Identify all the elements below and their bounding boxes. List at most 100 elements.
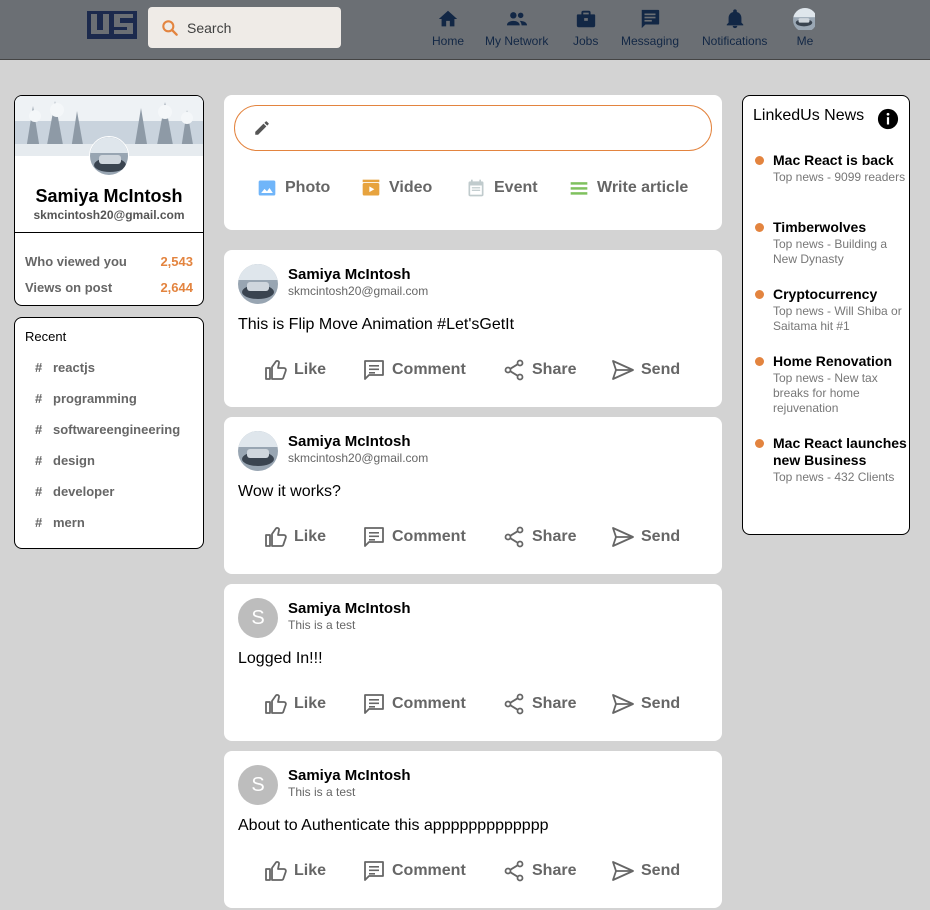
send-icon — [612, 360, 634, 380]
hash-icon: # — [35, 422, 43, 437]
chat-icon — [641, 9, 660, 29]
comment-button[interactable]: Comment — [362, 859, 466, 883]
event-label: Event — [494, 179, 538, 196]
share-label: Share — [532, 528, 577, 545]
like-button[interactable]: Like — [264, 358, 326, 382]
bullet-icon — [755, 357, 764, 366]
post-avatar[interactable] — [238, 431, 278, 471]
news-item[interactable]: Cryptocurrency Top news - Will Shiba or … — [753, 286, 908, 334]
share-button[interactable]: Share — [502, 692, 576, 716]
news-item[interactable]: Mac React is back Top news - 9099 reader… — [753, 152, 908, 185]
comment-button[interactable]: Comment — [362, 358, 466, 382]
article-icon — [570, 182, 588, 195]
send-button[interactable]: Send — [611, 692, 680, 716]
hash-icon: # — [35, 360, 43, 375]
news-item[interactable]: Timberwolves Top news - Building a New D… — [753, 219, 908, 267]
comment-button[interactable]: Comment — [362, 525, 466, 549]
comment-label: Comment — [392, 862, 466, 879]
recent-card: Recent # reactjs # programming # softwareen… — [14, 317, 204, 549]
event-button[interactable]: Event — [466, 178, 538, 198]
news-subtitle: Top news - New tax breaks for home rejuv… — [773, 371, 878, 415]
share-icon — [504, 359, 524, 381]
recent-title: Recent — [25, 329, 67, 344]
recent-tag[interactable]: # developer — [35, 484, 114, 499]
nav-label: My Network — [485, 34, 549, 48]
stat-label: Who viewed you — [25, 254, 127, 269]
info-icon[interactable] — [877, 108, 899, 130]
share-label: Share — [532, 361, 577, 378]
stat-value: 2,543 — [160, 254, 193, 269]
send-label: Send — [641, 528, 681, 545]
share-button[interactable]: Share — [502, 525, 576, 549]
news-subtitle: Top news - Will Shiba or Saitama hit #1 — [773, 304, 902, 333]
tag-label: softwareengineering — [53, 422, 181, 437]
like-button[interactable]: Like — [264, 525, 326, 549]
search-bar[interactable]: Search — [148, 7, 341, 48]
bullet-icon — [755, 290, 764, 299]
post-author[interactable]: Samiya McIntosh — [288, 266, 411, 283]
photo-label: Photo — [285, 179, 331, 196]
recent-tag[interactable]: # reactjs — [35, 360, 95, 375]
post-subtitle: skmcintosh20@gmail.com — [288, 284, 429, 298]
recent-tag[interactable]: # softwareengineering — [35, 422, 180, 437]
recent-tag[interactable]: # programming — [35, 391, 137, 406]
share-button[interactable]: Share — [502, 859, 576, 883]
avatar — [793, 8, 817, 32]
profile-card: Samiya McIntosh skmcintosh20@gmail.com W… — [14, 95, 204, 306]
send-button[interactable]: Send — [611, 525, 680, 549]
like-button[interactable]: Like — [264, 692, 326, 716]
photo-button[interactable]: Photo — [257, 178, 330, 198]
profile-name[interactable]: Samiya McIntosh — [15, 186, 203, 207]
write-article-button[interactable]: Write article — [569, 178, 688, 198]
news-title: LinkedUs News — [753, 107, 865, 124]
comment-label: Comment — [392, 361, 466, 378]
stat-who-viewed[interactable]: Who viewed you 2,543 — [25, 254, 193, 269]
recent-tag[interactable]: # mern — [35, 515, 85, 530]
comment-label: Comment — [392, 528, 466, 545]
stat-views-on-post[interactable]: Views on post 2,644 — [25, 280, 193, 295]
comment-button[interactable]: Comment — [362, 692, 466, 716]
post-avatar[interactable]: S — [238, 598, 278, 638]
nav-label: Notifications — [702, 34, 768, 48]
nav-my-network[interactable]: My Network — [485, 8, 548, 48]
news-item[interactable]: Home Renovation Top news - New tax break… — [753, 353, 908, 416]
news-item[interactable]: Mac React launches new Business Top news… — [753, 435, 908, 485]
post-card: Samiya McIntosh skmcintosh20@gmail.com T… — [224, 250, 722, 407]
news-heading: Mac React launches new Business — [773, 435, 907, 468]
news-heading: Mac React is back — [773, 152, 894, 168]
tag-label: mern — [53, 515, 85, 530]
video-label: Video — [389, 179, 433, 196]
send-button[interactable]: Send — [611, 358, 680, 382]
thumbs-up-icon — [265, 527, 287, 547]
nav-notifications[interactable]: Notifications — [702, 8, 767, 48]
post-avatar[interactable]: S — [238, 765, 278, 805]
nav-me[interactable]: Me — [793, 8, 817, 48]
calendar-icon — [468, 179, 484, 197]
comment-icon — [364, 694, 384, 714]
share-button[interactable]: Share — [502, 358, 576, 382]
like-label: Like — [294, 361, 327, 378]
like-label: Like — [294, 862, 327, 879]
send-button[interactable]: Send — [611, 859, 680, 883]
post-avatar[interactable] — [238, 264, 278, 304]
post-author[interactable]: Samiya McIntosh — [288, 433, 411, 450]
nav-messaging[interactable]: Messaging — [621, 8, 679, 48]
nav-jobs[interactable]: Jobs — [573, 8, 598, 48]
search-input[interactable]: Search — [187, 20, 231, 36]
recent-tag[interactable]: # design — [35, 453, 95, 468]
profile-email: skmcintosh20@gmail.com — [33, 208, 185, 222]
comment-label: Comment — [392, 695, 466, 712]
video-button[interactable]: Video — [361, 178, 432, 198]
nav-home[interactable]: Home — [432, 8, 464, 48]
post-author[interactable]: Samiya McIntosh — [288, 600, 411, 617]
compose-input[interactable] — [234, 105, 712, 151]
profile-avatar[interactable] — [89, 136, 129, 176]
tag-label: programming — [53, 391, 137, 406]
linkedus-logo[interactable] — [87, 11, 137, 39]
post-author[interactable]: Samiya McIntosh — [288, 767, 411, 784]
nav-label: Me — [796, 34, 814, 48]
like-button[interactable]: Like — [264, 859, 326, 883]
bullet-icon — [755, 223, 764, 232]
share-icon — [504, 526, 524, 548]
send-icon — [612, 694, 634, 714]
